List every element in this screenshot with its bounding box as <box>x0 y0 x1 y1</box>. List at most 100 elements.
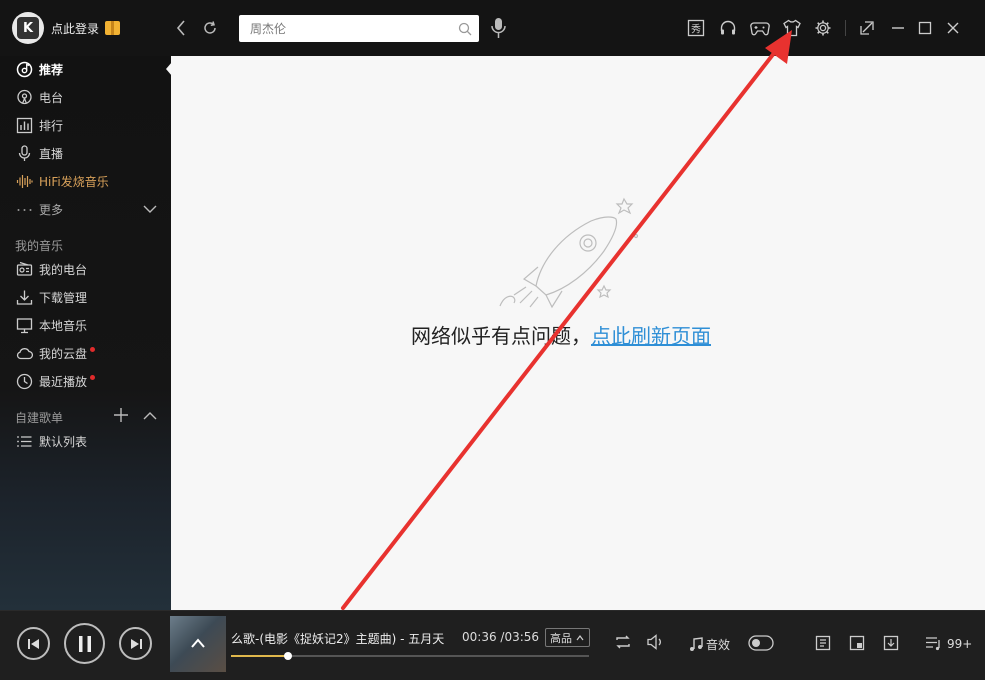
song-title: 么歌-(电影《捉妖记2》主题曲) - 五月天 <box>231 632 445 646</box>
svg-text:秀: 秀 <box>691 24 701 36</box>
sidebar-item-ranking[interactable]: 排行 <box>0 112 171 138</box>
sidebar-item-recent[interactable]: 最近播放 <box>0 368 171 394</box>
sidebar: 推荐 电台 排行 直播 HiFi发烧音乐 更多 我的音乐 我的电台 下载管理 本… <box>0 56 171 610</box>
add-playlist-icon[interactable] <box>113 407 129 427</box>
search-box[interactable] <box>239 15 479 42</box>
sidebar-item-downloads[interactable]: 下载管理 <box>0 284 171 310</box>
clock-icon <box>16 373 33 390</box>
sidebar-item-label: 下载管理 <box>39 290 88 305</box>
playlist-queue-icon[interactable] <box>925 636 943 651</box>
notification-dot <box>90 374 96 380</box>
sidebar-item-label: 更多 <box>39 202 64 217</box>
my-music-heading: 我的音乐 <box>15 239 64 253</box>
sidebar-item-cloud-disk[interactable]: 我的云盘 <box>0 340 171 366</box>
search-icon[interactable] <box>458 21 472 40</box>
player-bar: 么歌-(电影《捉妖记2》主题曲) - 五月天 00:36 /03:56 高品 音… <box>0 610 985 680</box>
music-note-icon <box>690 637 703 651</box>
main-content: 网络似乎有点问题，点此刷新页面 <box>171 56 985 610</box>
sidebar-item-label: 排行 <box>39 118 64 133</box>
progress-knob[interactable] <box>284 652 293 660</box>
sidebar-item-more[interactable]: 更多 <box>0 196 171 222</box>
dots-icon <box>16 201 33 218</box>
search-input[interactable] <box>239 15 449 42</box>
refresh-page-link[interactable]: 点此刷新页面 <box>591 324 711 348</box>
top-bar: K 点此登录 秀 <box>0 0 985 56</box>
microphone-icon <box>16 144 33 162</box>
sidebar-item-label: 电台 <box>39 90 64 105</box>
quality-label: 高品 <box>550 631 572 645</box>
sidebar-item-default-list[interactable]: 默认列表 <box>0 428 171 454</box>
playlist-count: 99+ <box>947 637 973 651</box>
voice-search-icon[interactable] <box>490 16 508 44</box>
monitor-icon <box>16 317 33 334</box>
chevron-up-icon[interactable] <box>142 408 158 428</box>
next-icon <box>130 638 142 649</box>
toolbar-divider <box>845 20 846 36</box>
settings-gear-icon[interactable] <box>813 18 833 38</box>
radio-tower-icon <box>16 89 33 106</box>
maximize-icon[interactable] <box>915 18 935 38</box>
gift-icon[interactable] <box>105 21 121 35</box>
sidebar-item-label: 我的云盘 <box>39 346 88 361</box>
sidebar-item-my-radio[interactable]: 我的电台 <box>0 256 171 282</box>
back-icon[interactable] <box>171 17 191 39</box>
sound-effects-button[interactable]: 音效 <box>689 636 730 653</box>
playlist-heading: 自建歌单 <box>15 411 64 425</box>
album-cover[interactable] <box>170 616 226 672</box>
sidebar-item-label: HiFi发烧音乐 <box>39 174 109 189</box>
user-login-area[interactable]: K 点此登录 <box>12 12 121 44</box>
sidebar-item-label: 默认列表 <box>39 434 88 449</box>
sidebar-item-label: 我的电台 <box>39 262 88 277</box>
minimize-icon[interactable] <box>888 18 908 38</box>
progress-bar[interactable] <box>231 652 589 660</box>
next-track-button[interactable] <box>119 627 152 660</box>
close-icon[interactable] <box>943 18 963 38</box>
pause-icon <box>78 635 91 652</box>
quality-selector[interactable]: 高品 <box>545 628 590 647</box>
gamepad-icon[interactable] <box>750 18 770 38</box>
avatar[interactable]: K <box>12 12 44 44</box>
my-radio-icon <box>16 261 33 278</box>
login-link[interactable]: 点此登录 <box>51 20 99 37</box>
network-error-message: 网络似乎有点问题，点此刷新页面 <box>411 320 711 349</box>
sidebar-item-radio[interactable]: 电台 <box>0 84 171 110</box>
sidebar-item-recommend[interactable]: 推荐 <box>0 56 171 82</box>
pause-button[interactable] <box>64 623 105 664</box>
play-time: 00:36 /03:56 <box>462 630 539 644</box>
sidebar-item-label: 直播 <box>39 146 64 161</box>
skin-shirt-icon[interactable] <box>782 18 802 38</box>
volume-icon[interactable] <box>646 634 664 650</box>
lyrics-toggle-icon[interactable] <box>748 635 774 651</box>
sidebar-item-hifi[interactable]: HiFi发烧音乐 <box>0 168 171 194</box>
mini-player-icon[interactable] <box>849 635 865 651</box>
cloud-icon <box>16 345 33 362</box>
ranking-bars-icon <box>16 117 33 134</box>
app-logo: K <box>17 17 39 39</box>
previous-track-button[interactable] <box>17 627 50 660</box>
show-icon[interactable]: 秀 <box>686 18 706 38</box>
waveform-icon <box>16 173 33 190</box>
sidebar-item-label: 最近播放 <box>39 374 88 389</box>
repeat-icon[interactable] <box>614 634 632 650</box>
chevron-up-icon <box>576 634 584 640</box>
sidebar-item-local-music[interactable]: 本地音乐 <box>0 312 171 338</box>
mini-mode-icon[interactable] <box>857 18 877 38</box>
total-duration: 03:56 <box>504 630 540 644</box>
sound-effects-label: 音效 <box>706 638 731 652</box>
headphones-icon[interactable] <box>718 18 738 38</box>
desktop-lyrics-icon[interactable] <box>815 635 831 651</box>
chevron-up-icon[interactable] <box>190 634 206 653</box>
elapsed-time: 00:36 <box>462 630 497 644</box>
sidebar-item-live[interactable]: 直播 <box>0 140 171 166</box>
chevron-down-icon[interactable] <box>142 201 158 220</box>
progress-fill <box>231 655 289 657</box>
notification-dot <box>90 346 96 352</box>
list-icon <box>16 433 33 450</box>
download-icon <box>16 289 33 306</box>
refresh-icon[interactable] <box>200 17 220 39</box>
sidebar-item-label: 推荐 <box>39 62 64 77</box>
download-song-icon[interactable] <box>883 635 899 651</box>
sidebar-item-label: 本地音乐 <box>39 318 88 333</box>
previous-icon <box>27 638 39 649</box>
rocket-illustration <box>499 197 639 309</box>
